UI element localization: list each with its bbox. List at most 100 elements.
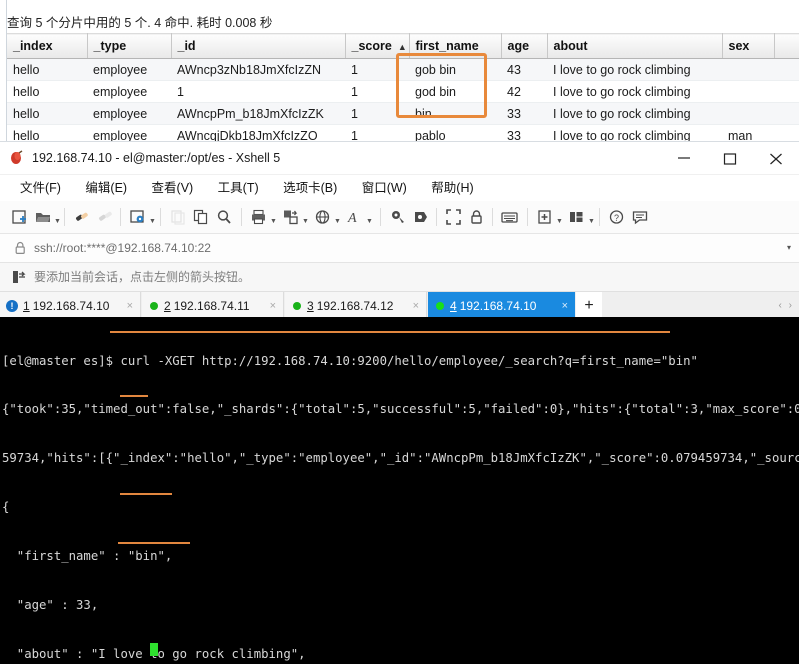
cell-first-name: bin [409, 102, 501, 125]
table-row[interactable]: hello employee AWncqjDkb18JmXfcIzZO 1 pa… [7, 124, 799, 141]
table-header-row: _index _type _id _score ▲ first_name age … [7, 33, 799, 59]
cell-spacer [774, 124, 799, 141]
menu-item-help[interactable]: 帮助(H) [421, 175, 483, 201]
tab-number: 4 [450, 299, 457, 313]
file-transfer-icon [281, 206, 301, 228]
toolbar-fullscreen-button[interactable] [444, 205, 464, 229]
column-header-score[interactable]: _score ▲ [345, 33, 410, 59]
font-icon: A [345, 206, 365, 228]
new-tab-button[interactable]: + [576, 292, 602, 320]
toolbar-file-transfer-button[interactable]: ▼ [281, 205, 310, 229]
toolbar-find-button[interactable] [214, 205, 234, 229]
toolbar-lock-button[interactable] [467, 205, 487, 229]
add-session-hint-bar: 要添加当前会话，点击左侧的箭头按钮。 [0, 263, 799, 292]
lock-icon [467, 206, 487, 228]
chevron-down-icon[interactable]: ▼ [148, 203, 157, 231]
toolbar-connect-button[interactable] [72, 205, 92, 229]
column-header-score-label: _score [351, 39, 392, 53]
toolbar-keyboard-button[interactable] [500, 205, 520, 229]
menu-item-tools[interactable]: 工具(T) [208, 175, 269, 201]
tab-close-icon[interactable]: × [270, 300, 276, 312]
column-header-sex[interactable]: sex [722, 33, 775, 59]
toolbar-font-button[interactable]: A ▼ [345, 205, 374, 229]
toolbar-globe-button[interactable]: ▼ [313, 205, 342, 229]
close-button[interactable] [753, 142, 799, 173]
menu-item-window[interactable]: 窗口(W) [352, 175, 417, 201]
column-header-id[interactable]: _id [171, 33, 346, 59]
menu-item-view[interactable]: 查看(V) [142, 175, 204, 201]
toolbar-help-button[interactable]: ? [607, 205, 627, 229]
tab-number: 1 [23, 299, 30, 313]
toolbar-feedback-button[interactable] [630, 205, 650, 229]
table-row[interactable]: hello employee 1 1 god bin 42 I love to … [7, 80, 799, 103]
chevron-down-icon[interactable]: ▾ [787, 243, 791, 252]
elasticsearch-head-result-panel: 查询 5 个分片中用的 5 个. 4 命中. 耗时 0.008 秒 _index… [0, 0, 799, 141]
chevron-down-icon[interactable]: ▼ [301, 203, 310, 231]
column-header-spacer [774, 33, 799, 59]
column-header-index[interactable]: _index [7, 33, 88, 59]
cell-spacer [774, 80, 799, 103]
toolbar-separator [380, 208, 381, 226]
maximize-button[interactable] [707, 142, 753, 173]
new-tab-icon [535, 206, 555, 228]
toolbar-separator [436, 208, 437, 226]
toolbar-split-layout-button[interactable]: ▼ [567, 205, 596, 229]
session-tab-3[interactable]: 3 192.168.74.12 × [285, 292, 427, 320]
tab-number: 3 [307, 299, 314, 313]
session-tab-4[interactable]: 4 192.168.74.10 × [428, 292, 575, 320]
chevron-down-icon[interactable]: ▼ [555, 203, 564, 231]
tab-close-icon[interactable]: × [127, 300, 133, 312]
god-bin-underline-annotation [118, 542, 190, 544]
disconnect-icon [95, 206, 115, 228]
session-tab-1[interactable]: ! 1 192.168.74.10 × [0, 292, 141, 320]
cell-spacer [774, 58, 799, 81]
table-row[interactable]: hello employee AWncp3zNb18JmXfcIzZN 1 go… [7, 58, 799, 81]
chevron-down-icon[interactable]: ▼ [53, 203, 62, 231]
session-address-bar[interactable]: ssh://root:****@192.168.74.10:22 ▾ [0, 234, 799, 263]
terminal-output[interactable]: [el@master es]$ curl -XGET http://192.16… [0, 317, 799, 664]
chevron-down-icon[interactable]: ▼ [587, 203, 596, 231]
toolbar-tunnel-button[interactable] [411, 205, 431, 229]
chevron-down-icon[interactable]: ▼ [365, 203, 374, 231]
chevron-down-icon[interactable]: ▼ [269, 203, 278, 231]
session-tab-2[interactable]: 2 192.168.74.11 × [142, 292, 284, 320]
svg-text:A: A [347, 211, 357, 225]
status-dot-connected [293, 302, 301, 310]
chevron-down-icon[interactable]: ▼ [333, 203, 342, 231]
toolbar-session-properties-button[interactable]: ▼ [128, 205, 157, 229]
menu-item-tabs[interactable]: 选项卡(B) [273, 175, 347, 201]
terminal-line: {"took":35,"timed_out":false,"_shards":{… [2, 402, 799, 417]
cell-age: 33 [501, 124, 547, 141]
tab-close-icon[interactable]: × [562, 300, 568, 312]
column-header-first-name[interactable]: first_name [409, 33, 502, 59]
terminal-line: { [2, 500, 10, 515]
tab-close-icon[interactable]: × [413, 300, 419, 312]
cell-sex [722, 58, 774, 81]
split-layout-icon [567, 206, 587, 228]
toolbar-new-tab-button[interactable]: ▼ [535, 205, 564, 229]
tab-scroll-arrows[interactable]: ‹ › [779, 300, 794, 311]
toolbar-new-session-button[interactable] [10, 205, 30, 229]
toolbar-copy-paste-button[interactable] [191, 205, 211, 229]
table-row[interactable]: hello employee AWncpPm_b18JmXfcIzZK 1 bi… [7, 102, 799, 125]
cell-age: 33 [501, 102, 547, 125]
menu-item-edit[interactable]: 编辑(E) [75, 175, 137, 201]
column-header-about[interactable]: about [547, 33, 723, 59]
copy-paste-icon [191, 206, 211, 228]
terminal-line: "first_name" : "bin", [2, 549, 173, 564]
feedback-icon [630, 206, 650, 228]
minimize-button[interactable] [661, 142, 707, 173]
menu-item-file[interactable]: 文件(F) [10, 175, 71, 201]
hint-text: 要添加当前会话，点击左侧的箭头按钮。 [34, 270, 251, 284]
toolbar-open-folder-button[interactable]: ▼ [33, 205, 62, 229]
add-session-icon[interactable] [12, 269, 27, 285]
xshell-window: 192.168.74.10 - el@master:/opt/es - Xshe… [0, 141, 799, 664]
column-header-type[interactable]: _type [87, 33, 172, 59]
cell-id: AWncqjDkb18JmXfcIzZO [171, 124, 345, 141]
toolbar-ssh-key-button[interactable] [388, 205, 408, 229]
cell-sex [722, 80, 774, 103]
cell-about: I love to go rock climbing [547, 80, 722, 103]
tab-number: 2 [164, 299, 171, 313]
column-header-age[interactable]: age [501, 33, 548, 59]
toolbar-print-button[interactable]: ▼ [249, 205, 278, 229]
